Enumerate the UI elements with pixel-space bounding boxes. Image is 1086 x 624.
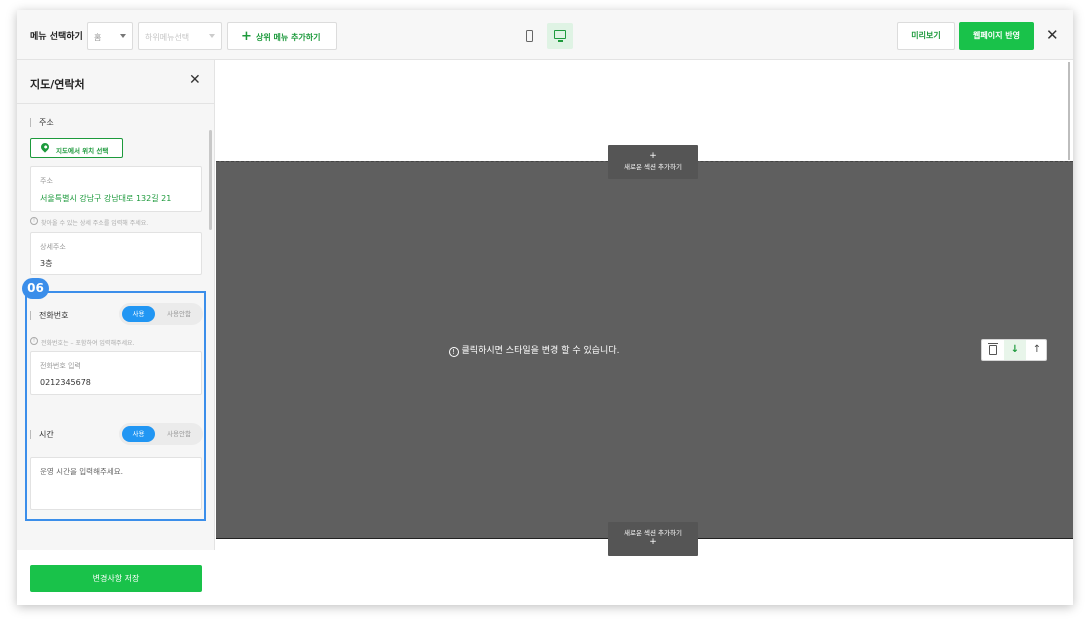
address-hint-text: 찾아올 수 있는 상세 주소를 입력해 주세요. bbox=[41, 220, 149, 227]
style-change-message: ! 클릭하시면 스타일을 변경 할 수 있습니다. bbox=[17, 343, 1051, 357]
address-value: 서울특별시 강남구 강남대로 132길 21 bbox=[40, 194, 172, 203]
page-canvas: + 새로운 섹션 추가하기 ! 클릭하시면 스타일을 변경 할 수 있습니다. ↓… bbox=[216, 60, 1073, 605]
add-section-top-button[interactable]: + 새로운 섹션 추가하기 bbox=[608, 145, 698, 179]
plus-icon: + bbox=[649, 537, 657, 547]
detail-field-label: 상세주소 bbox=[40, 243, 66, 251]
editor-window: 메뉴 선택하기 홈 하위메뉴선택 + 상위 메뉴 추가하기 미리보기 웹페이지 … bbox=[17, 10, 1073, 605]
add-section-bottom-button[interactable]: 새로운 섹션 추가하기 + bbox=[608, 522, 698, 556]
panel-close-icon[interactable]: ✕ bbox=[189, 72, 201, 88]
plus-icon: + bbox=[649, 151, 657, 161]
desktop-view-button[interactable] bbox=[547, 23, 573, 49]
map-pin-icon bbox=[39, 141, 51, 153]
style-change-text: 클릭하시면 스타일을 변경 할 수 있습니다. bbox=[461, 346, 620, 356]
info-icon: ! bbox=[448, 347, 459, 357]
panel-scrollbar[interactable] bbox=[209, 130, 212, 230]
mobile-view-button[interactable] bbox=[516, 23, 542, 49]
submenu-select[interactable]: 하위메뉴선택 bbox=[138, 22, 222, 50]
panel-title: 지도/연락처 bbox=[30, 78, 85, 91]
detail-address-field[interactable]: 상세주소 3층 bbox=[30, 232, 202, 275]
monitor-stand bbox=[558, 40, 563, 42]
address-field-label: 주소 bbox=[40, 177, 53, 185]
add-section-top-label: 새로운 섹션 추가하기 bbox=[624, 163, 682, 171]
address-section-label: 주소 bbox=[30, 118, 54, 127]
menu-select-label: 메뉴 선택하기 bbox=[30, 32, 83, 42]
section-tools: ↓ ↑ bbox=[981, 339, 1047, 361]
trash-icon[interactable] bbox=[982, 340, 1004, 360]
chevron-down-icon bbox=[209, 34, 215, 38]
preview-button[interactable]: 미리보기 bbox=[897, 22, 955, 50]
menu-select-value: 홈 bbox=[94, 33, 102, 42]
add-top-menu-label: 상위 메뉴 추가하기 bbox=[256, 33, 321, 42]
step-badge: 06 bbox=[22, 278, 49, 299]
menu-select[interactable]: 홈 bbox=[87, 22, 133, 50]
map-select-label: 지도에서 위치 선택 bbox=[56, 147, 109, 155]
settings-panel: 지도/연락처 ✕ 주소 지도에서 위치 선택 주소 서울특별시 강남구 강남대로… bbox=[17, 60, 215, 605]
add-section-bottom-label: 새로운 섹션 추가하기 bbox=[624, 529, 682, 537]
publish-button[interactable]: 웹페이지 반영 bbox=[959, 22, 1034, 50]
address-field[interactable]: 주소 서울특별시 강남구 강남대로 132길 21 bbox=[30, 166, 202, 212]
arrow-down-icon[interactable]: ↓ bbox=[1004, 340, 1026, 360]
submenu-select-placeholder: 하위메뉴선택 bbox=[145, 33, 190, 42]
chevron-down-icon bbox=[120, 34, 126, 38]
phone-icon bbox=[526, 30, 533, 42]
map-select-button[interactable]: 지도에서 위치 선택 bbox=[30, 138, 123, 158]
add-top-menu-button[interactable]: + 상위 메뉴 추가하기 bbox=[227, 22, 337, 50]
address-hint: ! 찾아올 수 있는 상세 주소를 입력해 주세요. bbox=[30, 217, 149, 227]
highlight-box bbox=[25, 291, 206, 521]
monitor-icon bbox=[554, 30, 566, 39]
detail-value: 3층 bbox=[40, 259, 53, 268]
top-toolbar: 메뉴 선택하기 홈 하위메뉴선택 + 상위 메뉴 추가하기 미리보기 웹페이지 … bbox=[17, 10, 1073, 60]
arrow-up-icon[interactable]: ↑ bbox=[1026, 340, 1048, 360]
info-icon: ! bbox=[30, 217, 38, 225]
panel-divider bbox=[17, 103, 215, 104]
canvas-scrollbar[interactable] bbox=[1068, 62, 1070, 160]
save-button[interactable]: 변경사항 저장 bbox=[30, 565, 202, 592]
close-icon[interactable]: ✕ bbox=[1046, 26, 1059, 44]
save-area: 변경사항 저장 bbox=[17, 550, 215, 605]
trash-shape bbox=[988, 343, 998, 355]
plus-icon: + bbox=[241, 29, 252, 44]
